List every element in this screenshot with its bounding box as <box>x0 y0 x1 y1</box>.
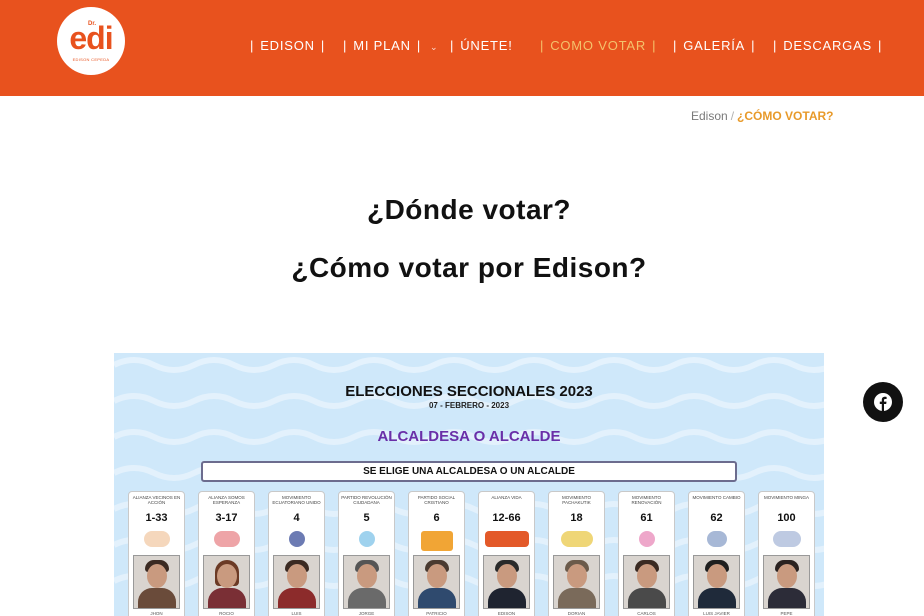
nav-item-label: EDISON <box>260 38 315 53</box>
breadcrumb-current: ¿CÓMO VOTAR? <box>737 109 834 123</box>
candidate-card: MOVIMIENTO CAMBIO 62 LUIS JAVIER <box>688 491 745 616</box>
chevron-down-icon: ⌄ <box>430 42 439 52</box>
nav-item-mi-plan[interactable]: | MI PLAN | ⌄ <box>337 38 438 53</box>
nav-item-label: COMO VOTAR <box>550 38 647 53</box>
breadcrumb-home-link[interactable]: Edison <box>691 109 728 123</box>
page-title: ¿Dónde votar? <box>366 194 572 225</box>
candidate-list-number: 61 <box>640 512 653 524</box>
candidate-card: ALIANZA SOMOS ESPERANZA 3-17 ROCIO <box>198 491 255 616</box>
candidate-photo <box>413 555 460 609</box>
nav-item-label: MI PLAN <box>353 38 411 53</box>
facebook-button[interactable] <box>863 382 903 422</box>
nav-item-unete[interactable]: | ÚNETE! <box>444 38 513 53</box>
breadcrumb-separator: / <box>730 109 735 123</box>
candidate-photo <box>693 555 740 609</box>
candidate-name: LUIS <box>291 611 302 616</box>
candidate-org: ALIANZA VECINOS EN ACCIÓN <box>132 495 181 505</box>
ballot-rule: SE ELIGE UNA ALCALDESA O UN ALCALDE <box>201 461 737 482</box>
candidate-card: MOVIMIENTO ECUATORIANO UNIDO 4 LUIS <box>268 491 325 616</box>
nav-item-label: DESCARGAS <box>783 38 873 53</box>
nav-item-como-votar[interactable]: | COMO VOTAR | <box>534 38 662 53</box>
ballot-date: 07 - FEBRERO - 2023 <box>428 401 510 410</box>
party-logo-icon <box>421 531 453 551</box>
party-logo-icon <box>214 531 240 547</box>
candidate-org: PARTIDO REVOLUCIÓN CIUDADANA <box>341 495 392 505</box>
candidate-card: ALIANZA VIDA 12-66 EDISON <box>478 491 535 616</box>
party-logo-icon <box>359 531 375 547</box>
candidate-org: PARTIDO SOCIAL CRISTIANO <box>417 495 456 505</box>
candidate-photo <box>483 555 530 609</box>
party-logo-icon <box>639 531 655 547</box>
candidate-name: EDISON <box>497 611 516 616</box>
candidate-name: PEPE <box>780 611 793 616</box>
candidate-org: MOVIMIENTO PACHAKUTIK <box>562 495 591 505</box>
candidate-list-number: 100 <box>777 512 796 524</box>
nav-item-edison[interactable]: | EDISON | <box>244 38 331 53</box>
candidate-name: CARLOS <box>637 611 656 616</box>
candidate-card: PARTIDO REVOLUCIÓN CIUDADANA 5 JORGE <box>338 491 395 616</box>
candidate-card: MOVIMIENTO MINGA 100 PEPE <box>758 491 815 616</box>
candidate-photo <box>763 555 810 609</box>
party-logo-icon <box>485 531 529 547</box>
candidate-photo <box>623 555 670 609</box>
candidate-list-number: 62 <box>710 512 723 524</box>
candidate-photo <box>203 555 250 609</box>
nav-item-descargas[interactable]: | DESCARGAS | <box>767 38 888 53</box>
candidate-org: MOVIMIENTO MINGA <box>764 495 809 500</box>
candidate-org: MOVIMIENTO CAMBIO <box>692 495 741 500</box>
candidate-list-number: 5 <box>363 512 370 524</box>
candidate-photo <box>343 555 390 609</box>
candidate-list-number: 3-17 <box>215 512 238 524</box>
candidate-name: JHON <box>150 611 163 616</box>
candidate-name: PATRICIO <box>426 611 447 616</box>
logo-subtitle: EDISON CEPEDA <box>72 57 110 62</box>
candidate-card: PARTIDO SOCIAL CRISTIANO 6 PATRICIO <box>408 491 465 616</box>
candidate-photo <box>553 555 600 609</box>
candidate-photo <box>133 555 180 609</box>
nav-item-label: GALERÍA <box>683 38 746 53</box>
ballot-office: ALCALDESA O ALCALDE <box>377 428 561 445</box>
party-logo-icon <box>707 531 727 547</box>
candidate-name: JORGE <box>358 611 375 616</box>
candidate-list-number: 6 <box>433 512 440 524</box>
party-logo-icon <box>773 531 801 547</box>
candidate-photo <box>273 555 320 609</box>
candidate-card: MOVIMIENTO RENOVACIÓN 61 CARLOS <box>618 491 675 616</box>
candidate-list-number: 4 <box>293 512 300 524</box>
candidate-name: DORIAN <box>567 611 586 616</box>
nav-item-label: ÚNETE! <box>460 38 513 53</box>
candidate-list-number: 12-66 <box>492 512 521 524</box>
site-header: Dr. edi EDISON CEPEDA | EDISON | | MI PLAN |… <box>0 0 924 96</box>
party-logo-icon <box>144 531 170 547</box>
candidate-org: MOVIMIENTO ECUATORIANO UNIDO <box>272 495 321 505</box>
ballot-image: ELECCIONES SECCIONALES 2023 07 - FEBRERO… <box>114 353 824 616</box>
site-logo[interactable]: Dr. edi EDISON CEPEDA <box>57 7 125 75</box>
candidate-card: ALIANZA VECINOS EN ACCIÓN 1-33 JHON <box>128 491 185 616</box>
candidate-list-number: 18 <box>570 512 583 524</box>
candidate-card: MOVIMIENTO PACHAKUTIK 18 DORIAN <box>548 491 605 616</box>
nav-item-galeria[interactable]: | GALERÍA | <box>667 38 761 53</box>
candidate-org: MOVIMIENTO RENOVACIÓN <box>631 495 662 505</box>
candidate-name: ROCIO <box>219 611 234 616</box>
candidate-org: ALIANZA VIDA <box>491 495 522 500</box>
page-subtitle: ¿Cómo votar por Edison? <box>291 252 647 283</box>
candidate-org: ALIANZA SOMOS ESPERANZA <box>208 495 245 505</box>
ballot-title: ELECCIONES SECCIONALES 2023 <box>345 383 593 400</box>
breadcrumb: Edison / ¿CÓMO VOTAR? <box>691 109 833 123</box>
candidate-name: LUIS JAVIER <box>703 611 730 616</box>
facebook-icon <box>874 393 892 411</box>
candidate-list-number: 1-33 <box>145 512 168 524</box>
party-logo-icon <box>561 531 593 547</box>
party-logo-icon <box>289 531 305 547</box>
logo-word: edi <box>69 20 113 56</box>
